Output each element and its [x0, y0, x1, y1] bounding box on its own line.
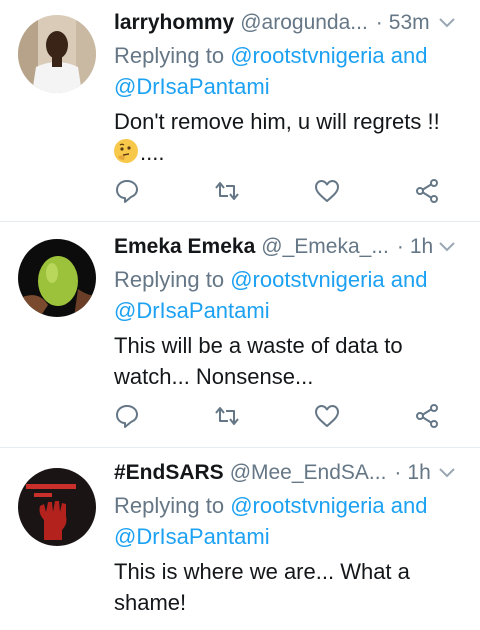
- tweet-text-line: watch... Nonsense...: [114, 364, 314, 389]
- chevron-down-icon[interactable]: [438, 466, 456, 480]
- replying-to: Replying to @rootstvnigeria and @DrIsaPa…: [114, 40, 466, 102]
- mention-link[interactable]: @rootstvnigeria: [230, 493, 384, 518]
- mention-link[interactable]: @DrIsaPantami: [114, 74, 270, 99]
- like-icon[interactable]: [314, 178, 340, 204]
- display-name[interactable]: #EndSARS: [114, 461, 224, 485]
- avatar[interactable]: [18, 468, 96, 546]
- chevron-down-icon[interactable]: [438, 16, 456, 30]
- replying-to-label: Replying to: [114, 493, 225, 518]
- replying-to-label: Replying to: [114, 43, 225, 68]
- display-name[interactable]: Emeka Emeka: [114, 235, 255, 259]
- tweet[interactable]: Emeka Emeka @_Emeka_... · 1h Replying to…: [0, 222, 480, 448]
- display-name[interactable]: larryhommy: [114, 11, 234, 35]
- mention-link[interactable]: @rootstvnigeria: [230, 43, 384, 68]
- share-icon[interactable]: [414, 178, 440, 204]
- retweet-icon[interactable]: [214, 178, 240, 204]
- user-handle[interactable]: @_Emeka_...: [261, 235, 389, 259]
- replying-to: Replying to @rootstvnigeria and @DrIsaPa…: [114, 490, 466, 552]
- tweet-text-line: This is where we are... What a: [114, 559, 410, 584]
- tweet-text-line: ....: [140, 140, 165, 165]
- retweet-icon[interactable]: [214, 403, 240, 429]
- replying-to-label: Replying to: [114, 267, 225, 292]
- tweet-text: This is where we are... What a shame!: [114, 556, 466, 618]
- timestamp[interactable]: 1h: [410, 235, 433, 259]
- tweet-text: This will be a waste of data to watch...…: [114, 330, 466, 392]
- mention-and[interactable]: and: [391, 43, 428, 68]
- reply-icon[interactable]: [114, 403, 140, 429]
- mention-link[interactable]: @rootstvnigeria: [230, 267, 384, 292]
- mention-and[interactable]: and: [391, 493, 428, 518]
- tweet-text: Don't remove him, u will regrets !! ....: [114, 106, 466, 168]
- tweet[interactable]: larryhommy @arogunda... · 53m Replying t…: [0, 0, 480, 222]
- replying-to: Replying to @rootstvnigeria and @DrIsaPa…: [114, 264, 466, 326]
- user-handle[interactable]: @Mee_EndSA...: [230, 461, 387, 485]
- separator-dot: ·: [396, 235, 404, 258]
- share-icon[interactable]: [414, 403, 440, 429]
- mention-link[interactable]: @DrIsaPantami: [114, 298, 270, 323]
- timestamp[interactable]: 53m: [389, 11, 430, 35]
- tweet[interactable]: #EndSARS @Mee_EndSA... · 1h Replying to …: [0, 448, 480, 630]
- timestamp[interactable]: 1h: [407, 461, 430, 485]
- mention-and[interactable]: and: [391, 267, 428, 292]
- tweet-text-line: Don't remove him, u will regrets !!: [114, 109, 440, 134]
- avatar[interactable]: [18, 239, 96, 317]
- separator-dot: ·: [375, 11, 383, 34]
- like-icon[interactable]: [314, 403, 340, 429]
- user-handle[interactable]: @arogunda...: [240, 11, 368, 35]
- tweet-text-line: This will be a waste of data to: [114, 333, 403, 358]
- thinking-face-icon: [114, 139, 138, 163]
- reply-icon[interactable]: [114, 178, 140, 204]
- chevron-down-icon[interactable]: [438, 240, 456, 254]
- tweet-text-line: shame!: [114, 590, 187, 615]
- mention-link[interactable]: @DrIsaPantami: [114, 524, 270, 549]
- avatar[interactable]: [18, 15, 96, 93]
- separator-dot: ·: [394, 461, 402, 484]
